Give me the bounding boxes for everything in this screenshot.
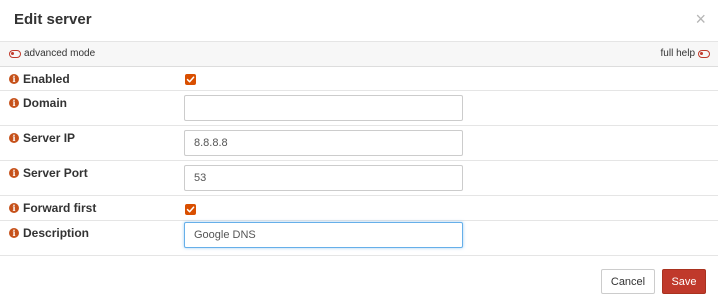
- row-server-port: i Server Port: [0, 161, 718, 196]
- field-label-server-port: i Server Port: [9, 166, 88, 180]
- server-port-input[interactable]: [184, 165, 463, 191]
- mode-bar: advanced mode full help: [0, 42, 718, 67]
- server-port-label: Server Port: [23, 166, 88, 180]
- dialog-header: Edit server ×: [0, 0, 718, 42]
- edit-server-dialog: Edit server × advanced mode full help i …: [0, 0, 718, 305]
- field-label-forward-first: i Forward first: [9, 201, 96, 215]
- field-label-server-ip: i Server IP: [9, 131, 75, 145]
- row-domain: i Domain: [0, 91, 718, 126]
- dialog-footer: Cancel Save: [0, 255, 718, 305]
- domain-label: Domain: [23, 96, 68, 110]
- toggle-off-icon: [9, 49, 21, 58]
- forward-first-checkbox[interactable]: [185, 204, 196, 215]
- full-help-toggle[interactable]: full help: [661, 48, 710, 59]
- info-icon[interactable]: i: [9, 133, 19, 143]
- dialog-title: Edit server: [14, 11, 92, 28]
- info-icon[interactable]: i: [9, 228, 19, 238]
- close-icon[interactable]: ×: [695, 10, 706, 28]
- toggle-off-icon: [698, 49, 710, 58]
- row-server-ip: i Server IP: [0, 126, 718, 161]
- row-forward-first: i Forward first: [0, 196, 718, 221]
- advanced-mode-label: advanced mode: [24, 48, 96, 59]
- info-icon[interactable]: i: [9, 203, 19, 213]
- description-input[interactable]: [184, 222, 463, 248]
- save-button[interactable]: Save: [662, 269, 706, 294]
- field-label-description: i Description: [9, 226, 89, 240]
- row-description: i Description: [0, 221, 718, 256]
- row-enabled: i Enabled: [0, 67, 718, 91]
- field-label-domain: i Domain: [9, 96, 67, 110]
- server-ip-input[interactable]: [184, 130, 463, 156]
- description-label: Description: [23, 226, 90, 240]
- server-ip-label: Server IP: [23, 131, 76, 145]
- forward-first-label: Forward first: [23, 201, 97, 215]
- info-icon[interactable]: i: [9, 74, 19, 84]
- full-help-label: full help: [660, 48, 695, 59]
- enabled-label: Enabled: [23, 72, 70, 86]
- info-icon[interactable]: i: [9, 168, 19, 178]
- field-label-enabled: i Enabled: [9, 72, 70, 86]
- enabled-checkbox[interactable]: [185, 74, 196, 85]
- checkmark-icon: [186, 206, 195, 213]
- checkmark-icon: [186, 76, 195, 83]
- info-icon[interactable]: i: [9, 98, 19, 108]
- cancel-button[interactable]: Cancel: [601, 269, 655, 294]
- advanced-mode-toggle[interactable]: advanced mode: [9, 48, 95, 59]
- domain-input[interactable]: [184, 95, 463, 121]
